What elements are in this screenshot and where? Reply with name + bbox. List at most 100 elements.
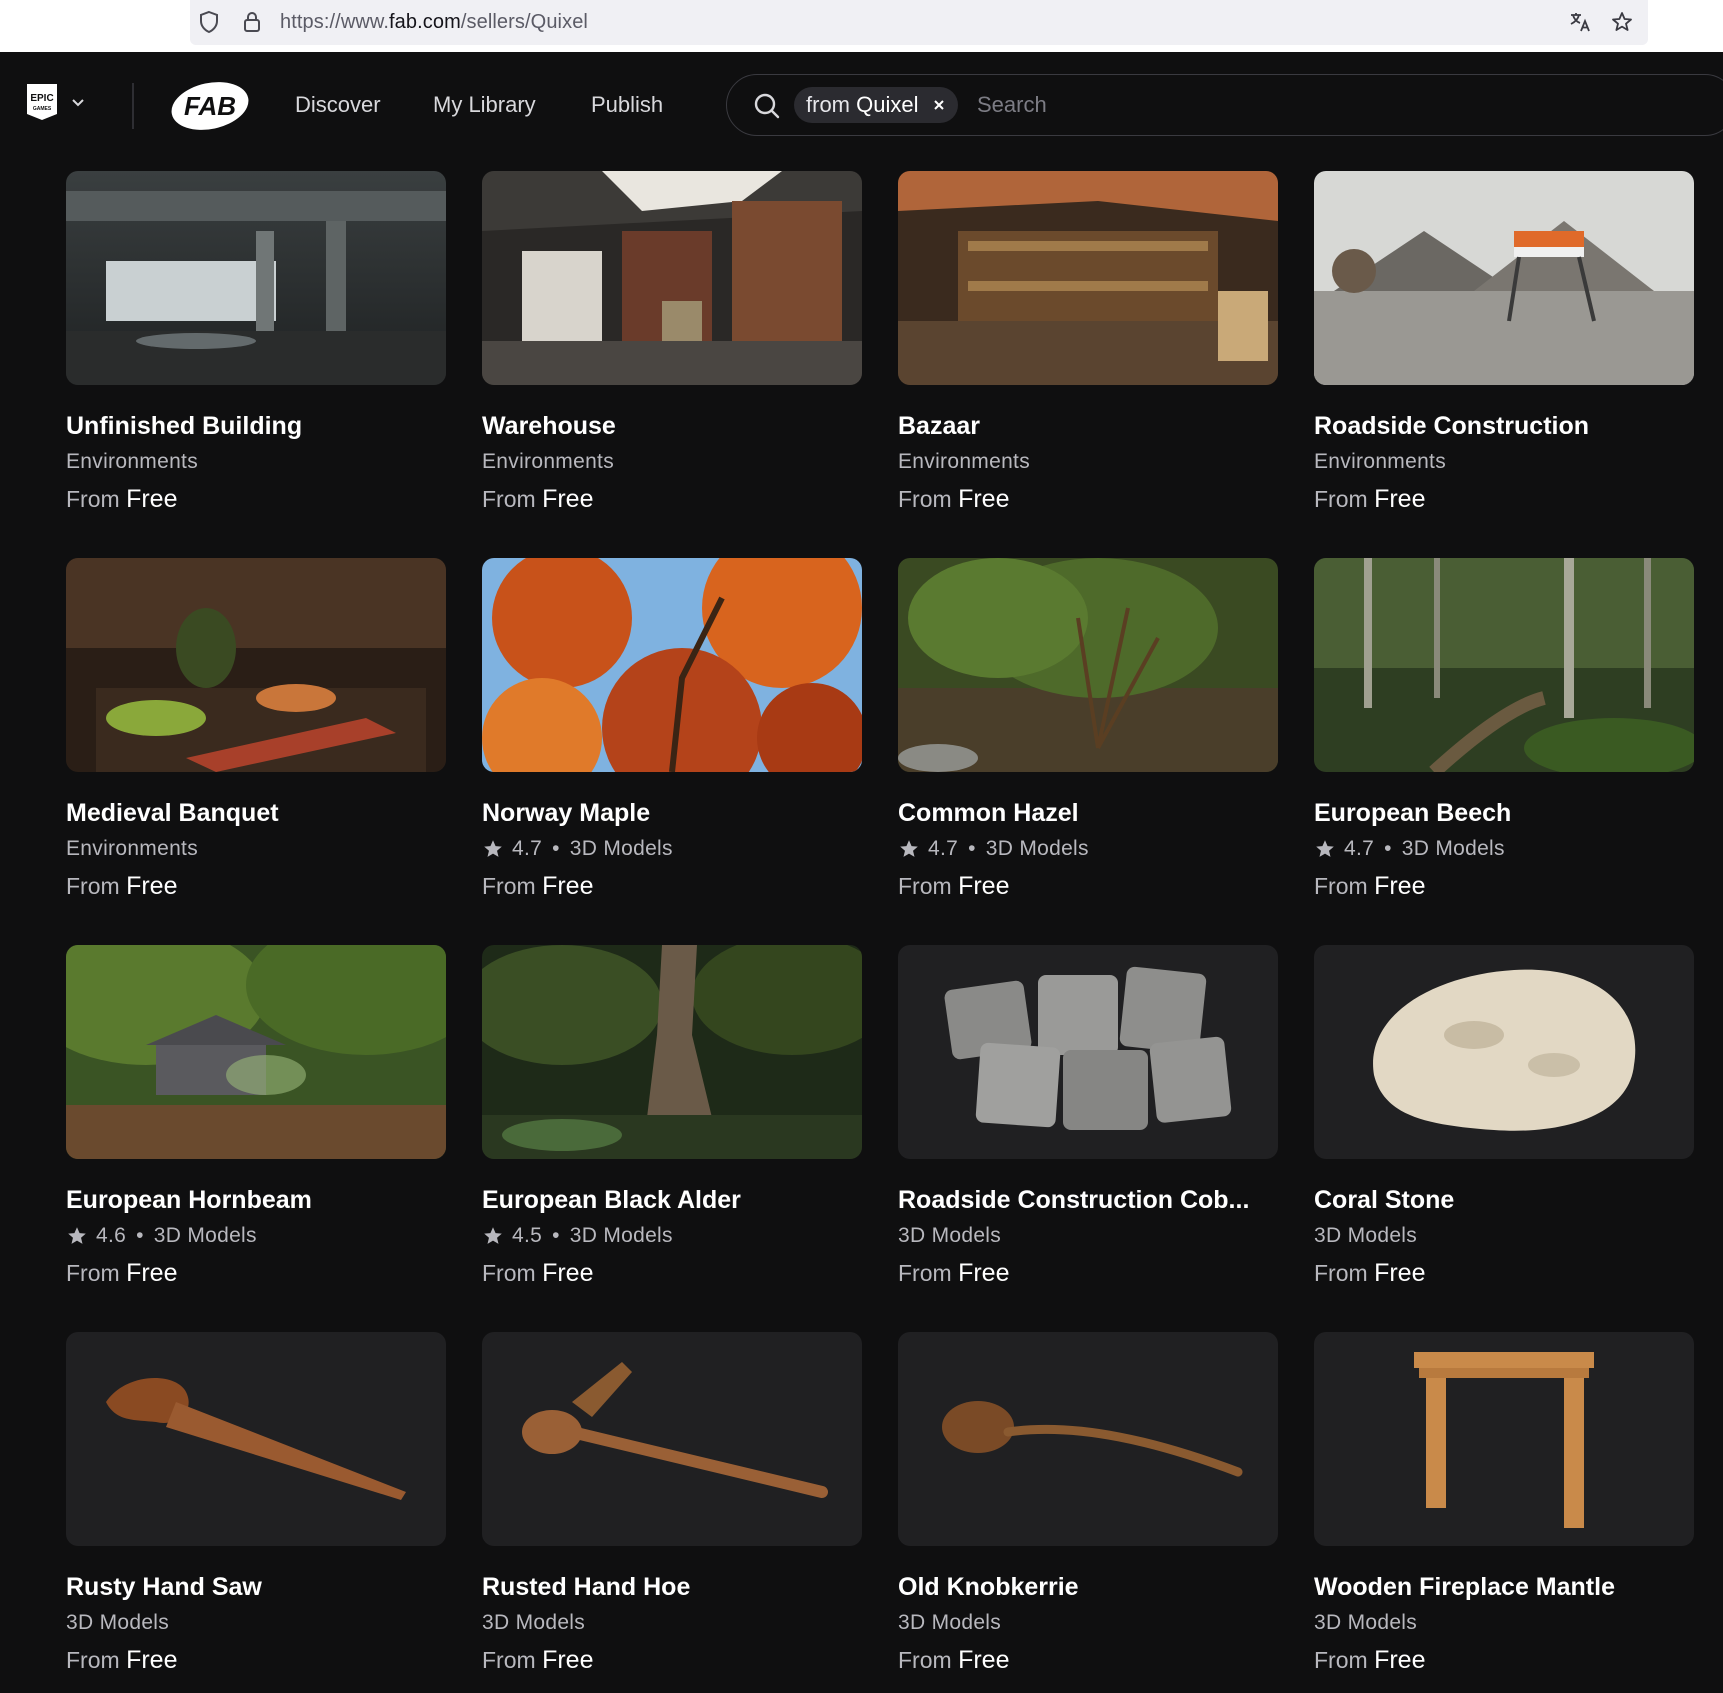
product-card[interactable]: European Black Alder 4.5 • 3D Models From Fr…	[482, 945, 862, 1332]
product-thumbnail[interactable]	[1314, 171, 1694, 385]
search-bar[interactable]: from Quixel	[726, 74, 1723, 136]
lock-icon[interactable]	[240, 10, 264, 34]
cobblestones-image	[898, 945, 1278, 1159]
unfinished-building-image	[66, 171, 446, 385]
product-grid: Unfinished Building Environments From Free…	[66, 171, 1694, 1693]
price-prefix: From	[898, 486, 952, 512]
product-thumbnail[interactable]	[898, 171, 1278, 385]
product-category: Environments	[482, 450, 614, 473]
product-title[interactable]: Roadside Construction Cob...	[898, 1185, 1278, 1215]
product-card[interactable]: Old Knobkerrie 3D Models From Free	[898, 1332, 1278, 1693]
epic-games-logo-icon[interactable]: EPIC GAMES	[25, 82, 59, 122]
url-text[interactable]: https://www.fab.com/sellers/Quixel	[280, 10, 588, 34]
product-thumbnail[interactable]	[66, 171, 446, 385]
product-category: 3D Models	[153, 1224, 257, 1247]
product-title[interactable]: Bazaar	[898, 411, 1278, 441]
product-thumbnail[interactable]	[898, 558, 1278, 772]
close-icon[interactable]	[931, 97, 947, 113]
product-card[interactable]: Rusted Hand Hoe 3D Models From Free	[482, 1332, 862, 1693]
price-value: Free	[1374, 1259, 1426, 1287]
product-title[interactable]: Old Knobkerrie	[898, 1572, 1278, 1602]
product-title[interactable]: Medieval Banquet	[66, 798, 446, 828]
product-meta: Environments	[1314, 449, 1694, 475]
nav-my-library[interactable]: My Library	[433, 92, 536, 118]
product-title[interactable]: European Hornbeam	[66, 1185, 446, 1215]
bookmark-star-icon[interactable]	[1610, 10, 1634, 34]
product-title[interactable]: Coral Stone	[1314, 1185, 1694, 1215]
product-card[interactable]: Bazaar Environments From Free	[898, 171, 1278, 558]
fireplace-mantle-image	[1314, 1332, 1694, 1546]
product-meta: Environments	[898, 449, 1278, 475]
product-thumbnail[interactable]	[482, 171, 862, 385]
product-thumbnail[interactable]	[898, 1332, 1278, 1546]
product-title[interactable]: Wooden Fireplace Mantle	[1314, 1572, 1694, 1602]
product-card[interactable]: Roadside Construction Cob... 3D Models Fro…	[898, 945, 1278, 1332]
product-card[interactable]: European Hornbeam 4.6 • 3D Models From Free	[66, 945, 446, 1332]
product-card[interactable]: Unfinished Building Environments From Free	[66, 171, 446, 558]
product-card[interactable]: Common Hazel 4.7 • 3D Models From Free	[898, 558, 1278, 945]
product-title[interactable]: Rusty Hand Saw	[66, 1572, 446, 1602]
product-title[interactable]: Norway Maple	[482, 798, 862, 828]
browser-toolbar: https://www.fab.com/sellers/Quixel	[0, 0, 1723, 52]
product-card[interactable]: Roadside Construction Environments From Fr…	[1314, 171, 1694, 558]
warehouse-image	[482, 171, 862, 385]
product-thumbnail[interactable]	[482, 558, 862, 772]
product-price: From Free	[66, 872, 446, 900]
price-prefix: From	[66, 1260, 120, 1286]
product-card[interactable]: Norway Maple 4.7 • 3D Models From Free	[482, 558, 862, 945]
star-icon	[1316, 840, 1334, 857]
star-icon	[484, 840, 502, 857]
product-thumbnail[interactable]	[482, 945, 862, 1159]
nav-publish[interactable]: Publish	[591, 92, 663, 118]
product-category: 3D Models	[898, 1224, 1002, 1247]
product-title[interactable]: European Black Alder	[482, 1185, 862, 1215]
product-price: From Free	[482, 872, 862, 900]
price-prefix: From	[66, 1647, 120, 1673]
nav-discover[interactable]: Discover	[295, 92, 381, 118]
shield-icon[interactable]	[197, 10, 221, 34]
product-title[interactable]: Common Hazel	[898, 798, 1278, 828]
medieval-banquet-image	[66, 558, 446, 772]
product-thumbnail[interactable]	[898, 945, 1278, 1159]
translate-icon[interactable]	[1568, 10, 1592, 34]
product-card[interactable]: Wooden Fireplace Mantle 3D Models From Fre…	[1314, 1332, 1694, 1693]
product-title[interactable]: Unfinished Building	[66, 411, 446, 441]
price-value: Free	[542, 872, 594, 900]
price-value: Free	[126, 1646, 178, 1674]
seller-filter-chip[interactable]: from Quixel	[794, 87, 959, 123]
address-bar[interactable]: https://www.fab.com/sellers/Quixel	[190, 0, 1648, 45]
price-prefix: From	[1314, 1260, 1368, 1286]
product-title[interactable]: Rusted Hand Hoe	[482, 1572, 862, 1602]
chevron-down-icon[interactable]	[70, 94, 86, 110]
product-card[interactable]: Medieval Banquet Environments From Free	[66, 558, 446, 945]
product-thumbnail[interactable]	[1314, 1332, 1694, 1546]
product-card[interactable]: Rusty Hand Saw 3D Models From Free	[66, 1332, 446, 1693]
product-title[interactable]: Warehouse	[482, 411, 862, 441]
product-thumbnail[interactable]	[66, 558, 446, 772]
price-prefix: From	[66, 486, 120, 512]
product-thumbnail[interactable]	[1314, 558, 1694, 772]
product-title[interactable]: European Beech	[1314, 798, 1694, 828]
product-thumbnail[interactable]	[482, 1332, 862, 1546]
product-price: From Free	[1314, 872, 1694, 900]
product-price: From Free	[1314, 1646, 1694, 1674]
product-category: Environments	[1314, 450, 1446, 473]
product-thumbnail[interactable]	[1314, 945, 1694, 1159]
fab-logo-icon[interactable]: FAB	[170, 80, 250, 132]
price-prefix: From	[482, 1647, 536, 1673]
search-input[interactable]	[977, 88, 1677, 122]
product-meta: 3D Models	[1314, 1223, 1694, 1249]
product-category: 3D Models	[569, 1224, 673, 1247]
product-category: 3D Models	[1401, 837, 1505, 860]
product-thumbnail[interactable]	[66, 945, 446, 1159]
product-category: 3D Models	[1314, 1224, 1418, 1247]
search-icon[interactable]	[753, 92, 781, 120]
product-card[interactable]: Coral Stone 3D Models From Free	[1314, 945, 1694, 1332]
product-title[interactable]: Roadside Construction	[1314, 411, 1694, 441]
product-thumbnail[interactable]	[66, 1332, 446, 1546]
product-meta: 4.7 • 3D Models	[898, 836, 1278, 862]
product-card[interactable]: European Beech 4.7 • 3D Models From Free	[1314, 558, 1694, 945]
separator-dot: •	[552, 837, 560, 860]
product-card[interactable]: Warehouse Environments From Free	[482, 171, 862, 558]
product-meta: 3D Models	[898, 1223, 1278, 1249]
